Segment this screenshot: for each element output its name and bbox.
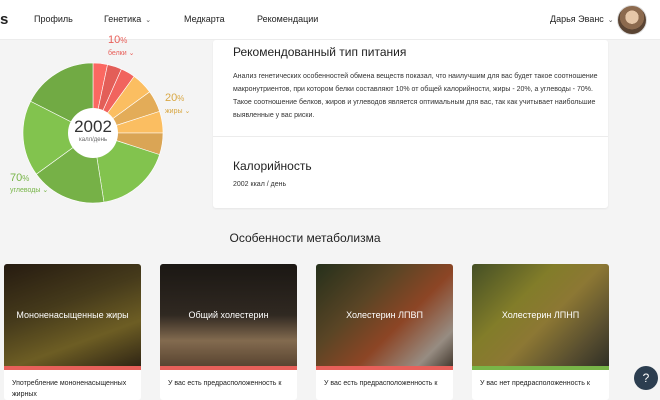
legend-label-fat[interactable]: жиры ⌄ [165, 107, 190, 115]
avatar[interactable] [617, 5, 647, 35]
risk-indicator-bar [160, 366, 297, 370]
risk-indicator-bar [316, 366, 453, 370]
nav-item-label: Профиль [34, 14, 73, 24]
calories-value: 2002 ккал / день [233, 181, 287, 188]
card-description: Анализ генетических особенностей обмена … [233, 73, 598, 119]
tile-description: У вас нет предрасположенность к [480, 380, 590, 387]
tile-title: Мононенасыщенные жиры [16, 309, 129, 320]
legend-label-carbs[interactable]: углеводы ⌄ [10, 186, 48, 194]
tile-title: Холестерин ЛПВП [346, 309, 423, 320]
user-name: Дарья Эванс [550, 14, 604, 24]
user-menu[interactable]: Дарья Эванс ⌄ [550, 14, 614, 24]
nav-item-label: Генетика [104, 14, 142, 24]
nav-item-medcard[interactable]: Медкарта [184, 14, 225, 24]
tile-title: Холестерин ЛПНП [501, 309, 580, 320]
legend-percent-protein: 10% [108, 34, 128, 46]
tile-description: Употребление мононенасыщенных жирных [12, 380, 127, 398]
legend-percent-fat: 20% [165, 92, 185, 104]
card-divider [213, 136, 608, 137]
metabolism-tile[interactable]: Холестерин ЛПВП У вас есть предрасположе… [316, 264, 453, 400]
nav-item-genetics[interactable]: Генетика ⌄ [104, 14, 151, 24]
chat-question-icon[interactable]: ? [634, 366, 658, 390]
risk-indicator-bar [4, 366, 141, 370]
legend-percent-carbs: 70% [10, 172, 30, 184]
calories-center-unit: калл/день [78, 137, 108, 143]
tile-title: Общий холестерин [188, 309, 269, 320]
logo[interactable]: s [0, 11, 8, 28]
metabolism-tile[interactable]: Мононенасыщенные жиры Употребление монон… [4, 264, 141, 400]
diet-recommendation-card: Рекомендованный тип питания Анализ генет… [213, 40, 608, 208]
calories-title: Калорийность [233, 159, 312, 173]
macronutrient-chart: 2002 калл/день 10% белки ⌄ 20% жиры ⌄ 70… [0, 34, 210, 210]
chevron-down-icon: ⌄ [607, 17, 614, 24]
tile-description: У вас есть предрасположенность к [168, 380, 282, 387]
tile-description: У вас есть предрасположенность к [324, 380, 438, 387]
metabolism-tile[interactable]: Холестерин ЛПНП У вас нет предрасположен… [472, 264, 609, 400]
nav-item-label: Рекомендации [257, 14, 319, 24]
legend-label-protein[interactable]: белки ⌄ [108, 49, 134, 57]
risk-indicator-bar [472, 366, 609, 370]
top-nav: s Профиль Генетика ⌄ Медкарта Рекомендаци… [0, 0, 660, 40]
nav-item-label: Медкарта [184, 14, 225, 24]
metabolism-tile[interactable]: Общий холестерин У вас есть предрасполож… [160, 264, 297, 400]
metabolism-section-title: Особенности метаболизма [229, 231, 381, 245]
chevron-down-icon: ⌄ [145, 17, 152, 24]
nav-item-profile[interactable]: Профиль [34, 14, 73, 24]
nav-item-recommendations[interactable]: Рекомендации [257, 14, 318, 24]
card-title: Рекомендованный тип питания [233, 45, 407, 59]
calories-center-value: 2002 [74, 117, 112, 136]
